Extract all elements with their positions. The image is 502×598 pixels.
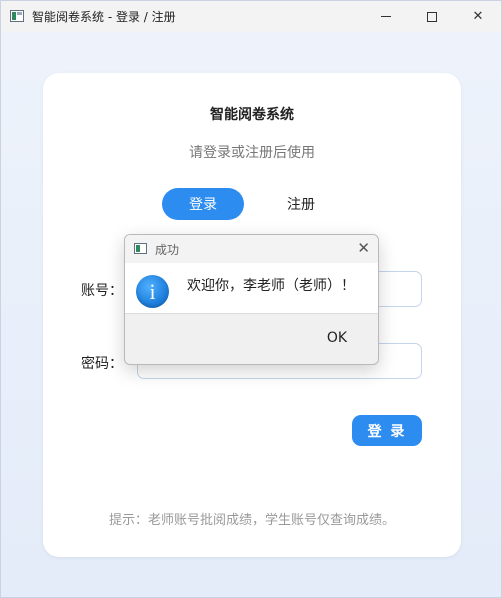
dialog-title: 成功 xyxy=(155,243,180,257)
card-subtitle: 请登录或注册后使用 xyxy=(189,145,315,161)
card-title: 智能阅卷系统 xyxy=(210,107,294,123)
close-button[interactable]: ✕ xyxy=(455,1,501,32)
close-icon: ✕ xyxy=(472,9,484,24)
maximize-button[interactable] xyxy=(409,1,455,32)
minimize-icon xyxy=(381,16,391,17)
password-label: 密码： xyxy=(81,356,123,372)
dialog-body: i 欢迎你，李老师（老师）！ xyxy=(125,263,378,314)
dialog-app-icon xyxy=(134,243,147,254)
maximize-icon xyxy=(427,11,437,22)
ok-button[interactable]: OK xyxy=(301,323,373,353)
tab-login[interactable]: 登录 xyxy=(162,188,244,220)
login-button[interactable]: 登 录 xyxy=(352,415,422,446)
dialog-titlebar[interactable]: 成功 ✕ xyxy=(125,235,378,263)
app-icon xyxy=(10,10,24,22)
tab-register[interactable]: 注册 xyxy=(264,188,338,220)
dialog-close-icon[interactable]: ✕ xyxy=(357,239,370,257)
account-label: 账号： xyxy=(81,283,123,299)
info-icon: i xyxy=(136,275,169,308)
window-titlebar[interactable]: 智能阅卷系统 - 登录 / 注册 ✕ xyxy=(1,1,501,32)
window-title: 智能阅卷系统 - 登录 / 注册 xyxy=(32,10,176,24)
dialog-message: 欢迎你，李老师（老师）！ xyxy=(187,278,355,294)
minimize-button[interactable] xyxy=(363,1,409,32)
success-dialog: 成功 ✕ i 欢迎你，李老师（老师）！ OK xyxy=(124,234,379,365)
hint-text: 提示：老师账号批阅成绩，学生账号仅查询成绩。 xyxy=(108,513,395,528)
